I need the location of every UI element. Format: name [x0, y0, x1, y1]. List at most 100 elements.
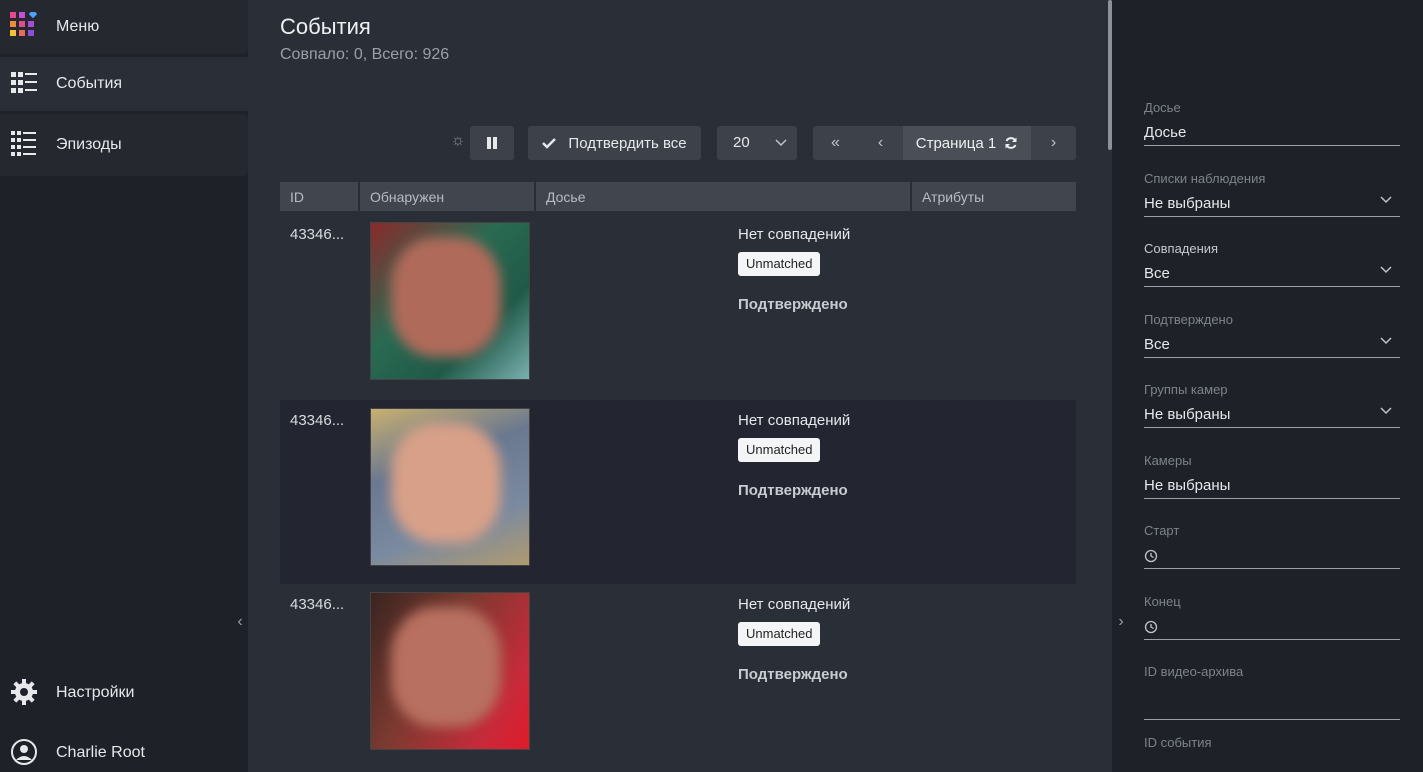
sidebar-item-settings[interactable]: Настройки: [0, 666, 248, 720]
events-list-icon: [11, 72, 37, 93]
filters-panel: › Досье Досье Списки наблюдения Не выбра…: [1112, 0, 1423, 772]
table-row[interactable]: 43346... Нет совпадений Unmatched Подтве…: [280, 400, 1076, 584]
filter-label: Совпадения: [1144, 241, 1219, 256]
column-header-detected[interactable]: Обнаружен: [360, 182, 534, 211]
loading-spinner-icon: ☼: [450, 132, 466, 149]
collapse-sidebar-icon[interactable]: ‹: [232, 612, 248, 632]
filter-value: Все: [1144, 336, 1170, 353]
match-status: Нет совпадений: [738, 596, 851, 613]
event-id: 43346...: [290, 596, 345, 613]
filter-value: Не выбраны: [1144, 406, 1231, 423]
filter-start: Старт: [1144, 523, 1400, 569]
sidebar-item-label: Charlie Root: [56, 744, 145, 761]
refresh-icon: [1005, 137, 1017, 149]
current-page[interactable]: Страница 1: [903, 126, 1031, 160]
pause-button[interactable]: [470, 126, 514, 160]
filter-value: Не выбраны: [1144, 195, 1231, 212]
filter-cameras: Камеры Не выбраны: [1144, 453, 1400, 499]
matches-select[interactable]: Все: [1144, 259, 1400, 287]
chevron-down-icon: [1380, 266, 1392, 274]
filter-label: ID события: [1144, 735, 1212, 750]
column-header-dossier[interactable]: Досье: [536, 182, 910, 211]
dossier-input[interactable]: Досье: [1144, 118, 1400, 146]
filter-confirmed: Подтверждено Все: [1144, 312, 1400, 358]
filter-label: Группы камер: [1144, 382, 1228, 397]
confirmed-status: Подтверждено: [738, 296, 848, 313]
watchlists-select[interactable]: Не выбраны: [1144, 189, 1400, 217]
chevron-down-icon: [775, 139, 787, 147]
filter-event-id: ID события: [1144, 735, 1400, 753]
filter-label: Подтверждено: [1144, 312, 1233, 327]
filter-end: Конец: [1144, 594, 1400, 640]
status-badge: Unmatched: [738, 622, 821, 646]
end-time-input[interactable]: [1144, 612, 1400, 640]
chevron-down-icon: [1380, 407, 1392, 415]
column-header-attributes[interactable]: Атрибуты: [912, 182, 1076, 211]
table-row[interactable]: 43346... Нет совпадений Unmatched Подтве…: [280, 214, 1076, 398]
pause-icon: [487, 137, 497, 149]
prev-page-button[interactable]: ‹: [858, 126, 903, 160]
sidebar-item-label: События: [56, 75, 123, 92]
face-thumbnail[interactable]: [370, 592, 530, 750]
filter-value: Все: [1144, 265, 1170, 282]
filter-dossier: Досье Досье: [1144, 100, 1400, 146]
sidebar: Меню События Эпизоды ‹ Настройки Charlie…: [0, 0, 248, 772]
page-size-value: 20: [733, 134, 750, 151]
apps-grid-icon: [10, 12, 38, 36]
event-id: 43346...: [290, 412, 345, 429]
match-status: Нет совпадений: [738, 226, 851, 243]
clock-icon: [1144, 620, 1158, 634]
table-row[interactable]: 43346... Нет совпадений Unmatched Подтве…: [280, 584, 1076, 768]
sidebar-item-label: Настройки: [56, 684, 135, 701]
filter-label: Досье: [1144, 100, 1181, 115]
confirmed-status: Подтверждено: [738, 482, 848, 499]
checkmark-icon: [542, 138, 557, 149]
current-page-label: Страница 1: [915, 134, 997, 152]
table-header: ID Обнаружен Досье Атрибуты: [280, 182, 1076, 211]
sidebar-item-user[interactable]: Charlie Root: [0, 726, 248, 772]
status-badge: Unmatched: [738, 252, 821, 276]
confirm-all-button[interactable]: Подтвердить все: [528, 126, 701, 160]
video-archive-id-input[interactable]: [1144, 682, 1400, 720]
pagination: « ‹ Страница 1 ›: [813, 126, 1076, 160]
filter-matches: Совпадения Все: [1144, 241, 1400, 287]
confirm-all-label: Подтвердить все: [568, 134, 687, 152]
chevron-down-icon: [1380, 196, 1392, 204]
column-header-id[interactable]: ID: [280, 182, 358, 211]
start-time-input[interactable]: [1144, 541, 1400, 569]
filter-watchlists: Списки наблюдения Не выбраны: [1144, 171, 1400, 217]
filter-video-archive-id: ID видео-архива: [1144, 664, 1400, 720]
cameras-input[interactable]: Не выбраны: [1144, 471, 1400, 499]
confirmed-status: Подтверждено: [738, 666, 848, 683]
status-badge: Unmatched: [738, 438, 821, 462]
face-thumbnail[interactable]: [370, 408, 530, 566]
gear-icon: [11, 679, 37, 705]
sidebar-item-episodes[interactable]: Эпизоды: [0, 114, 248, 176]
chevron-down-icon: [1380, 337, 1392, 345]
collapse-filters-icon[interactable]: ›: [1114, 612, 1128, 632]
filter-value: Не выбраны: [1144, 477, 1231, 494]
filter-camera-groups: Группы камер Не выбраны: [1144, 382, 1400, 428]
episodes-list-icon: [11, 131, 36, 156]
filter-value: Досье: [1144, 124, 1187, 141]
sidebar-item-menu[interactable]: Меню: [0, 0, 248, 54]
face-thumbnail[interactable]: [370, 222, 530, 380]
main-content: События Совпало: 0, Всего: 926 ☼ Подтвер…: [248, 0, 1112, 772]
filter-label: Старт: [1144, 523, 1180, 538]
sidebar-item-label: Меню: [56, 18, 100, 35]
camera-groups-select[interactable]: Не выбраны: [1144, 400, 1400, 428]
event-id: 43346...: [290, 226, 345, 243]
confirmed-select[interactable]: Все: [1144, 330, 1400, 358]
next-page-button[interactable]: ›: [1031, 126, 1076, 160]
filter-label: Конец: [1144, 594, 1181, 609]
page-size-select[interactable]: 20: [717, 126, 797, 160]
filter-label: Списки наблюдения: [1144, 171, 1266, 186]
page-title: События: [280, 14, 371, 39]
filter-label: ID видео-архива: [1144, 664, 1244, 679]
user-avatar-icon: [11, 739, 37, 765]
sidebar-item-events[interactable]: События: [0, 57, 248, 111]
sidebar-item-label: Эпизоды: [56, 136, 122, 153]
page-subtitle: Совпало: 0, Всего: 926: [280, 46, 450, 63]
first-page-button[interactable]: «: [813, 126, 858, 160]
clock-icon: [1144, 549, 1158, 563]
